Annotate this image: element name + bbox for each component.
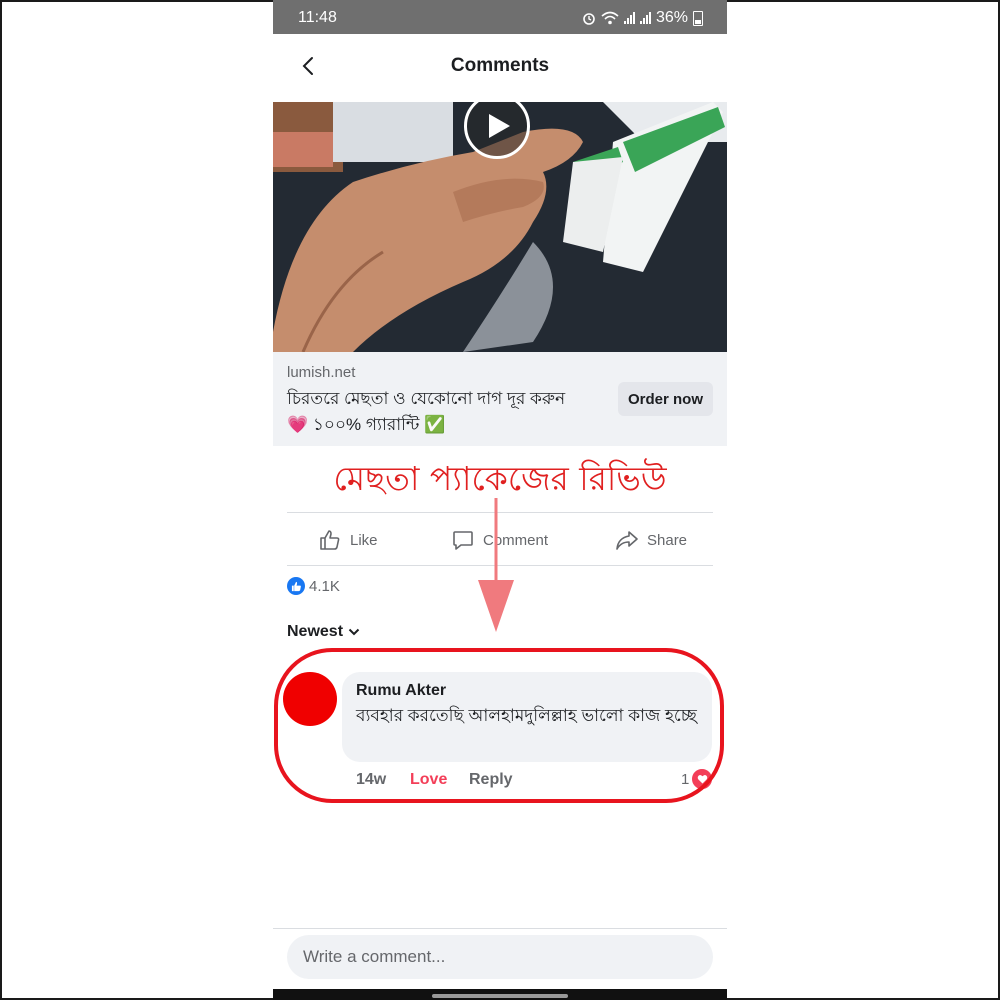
play-icon <box>489 114 510 138</box>
like-label: Like <box>350 531 378 549</box>
battery-icon <box>693 10 703 26</box>
ad-headline-line-2: 💗 ১০০% গ্যারান্টি ✅ <box>287 415 446 434</box>
like-icon <box>320 530 340 550</box>
arrow-annotation <box>478 498 514 632</box>
ad-domain: lumish.net <box>287 364 356 381</box>
status-icons: 36% <box>582 9 703 27</box>
like-button[interactable]: Like <box>318 526 378 554</box>
comment-icon <box>453 531 473 550</box>
header: Comments <box>273 34 727 102</box>
sort-label: Newest <box>287 623 344 640</box>
video-thumbnail[interactable] <box>273 102 727 352</box>
home-indicator[interactable] <box>432 994 568 998</box>
sort-dropdown[interactable]: Newest <box>287 623 360 641</box>
comment-input[interactable] <box>287 935 713 979</box>
reaction-summary[interactable]: 4.1K <box>287 577 340 595</box>
ad-headline-line-1: চিরতরে মেছতা ও যেকোনো দাগ দূর করুন <box>287 389 566 408</box>
reaction-count: 4.1K <box>309 577 340 595</box>
signal-icon <box>623 12 635 24</box>
wifi-icon <box>601 11 619 25</box>
phone-screen: 11:48 36% Comments lumish.net চিরতরে মেছ… <box>273 0 727 1000</box>
like-reaction-icon <box>287 577 305 595</box>
chevron-down-icon <box>348 628 360 636</box>
ad-info-panel[interactable]: lumish.net চিরতরে মেছতা ও যেকোনো দাগ দূর… <box>273 352 727 446</box>
ad-headline: চিরতরে মেছতা ও যেকোনো দাগ দূর করুন 💗 ১০০… <box>287 386 603 438</box>
status-bar: 11:48 36% <box>273 0 727 34</box>
share-icon <box>616 531 638 550</box>
battery-percent: 36% <box>655 9 688 26</box>
status-time: 11:48 <box>298 9 337 26</box>
share-button[interactable]: Share <box>615 526 687 554</box>
comment-highlight-annotation <box>274 648 724 803</box>
divider <box>273 928 727 929</box>
page-title: Comments <box>450 55 550 76</box>
share-label: Share <box>647 531 688 549</box>
order-now-button[interactable]: Order now <box>618 382 713 416</box>
signal-icon <box>639 12 651 24</box>
alarm-icon <box>583 13 595 25</box>
